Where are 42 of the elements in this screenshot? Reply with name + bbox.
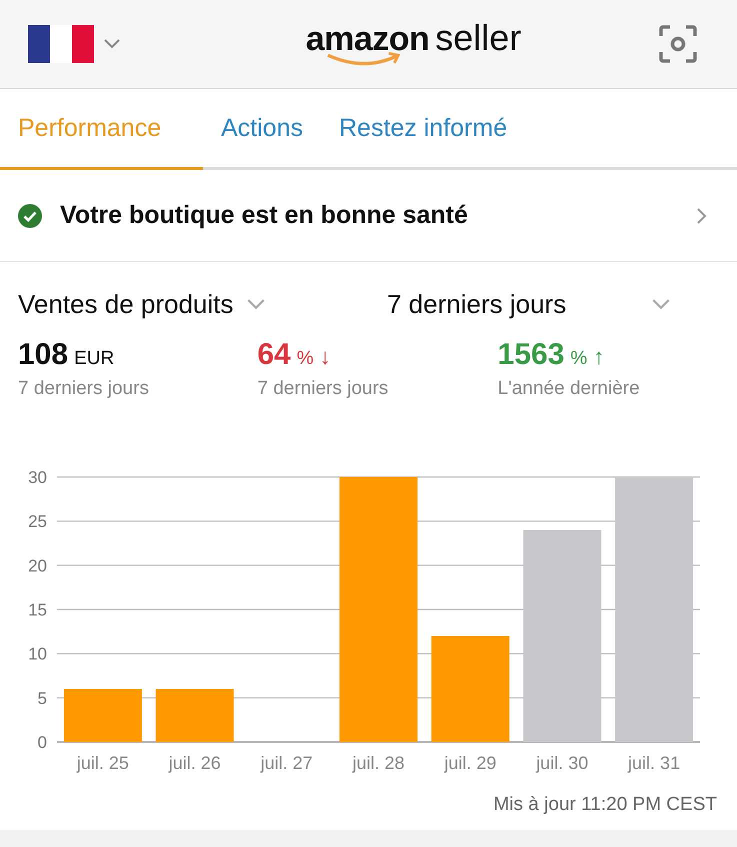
tab[interactable]: Restez informé xyxy=(320,89,526,170)
logo-brand: amazon xyxy=(306,22,430,56)
metric-value: 108 xyxy=(18,338,68,372)
last-updated-text: Mis à jour 11:20 PM CEST xyxy=(493,794,717,816)
scan-icon[interactable] xyxy=(659,25,697,63)
smile-arrow-icon xyxy=(326,52,402,68)
x-axis-label: juil. 30 xyxy=(536,753,588,773)
x-axis-label: juil. 27 xyxy=(260,753,313,773)
chevron-right-icon xyxy=(697,208,707,224)
trend-arrow: ↓ xyxy=(320,344,331,370)
x-axis-label: juil. 26 xyxy=(168,753,221,773)
y-axis-label: 0 xyxy=(38,733,47,752)
y-axis-label: 10 xyxy=(28,644,47,664)
filter-dropdown[interactable]: 7 derniers jours xyxy=(387,288,670,320)
y-axis-label: 5 xyxy=(38,688,47,708)
metric-unit: EUR xyxy=(74,348,114,370)
logo-product: seller xyxy=(435,20,522,56)
health-status-text: Votre boutique est en bonne santé xyxy=(60,201,469,230)
chevron-down-icon xyxy=(652,298,670,310)
health-banner[interactable]: Votre boutique est en bonne santé xyxy=(0,170,737,262)
y-axis-label: 25 xyxy=(28,512,47,532)
filter-dropdown[interactable]: Ventes de produits xyxy=(18,288,367,320)
tab[interactable]: Actions xyxy=(203,89,321,170)
x-axis-label: juil. 25 xyxy=(76,753,129,773)
chevron-down-icon[interactable] xyxy=(104,39,120,49)
metric-unit: % xyxy=(570,348,588,370)
chevron-down-icon xyxy=(247,298,266,310)
metric-unit: % xyxy=(296,348,314,370)
x-axis-label: juil. 31 xyxy=(628,753,680,773)
metric-value: 1563 xyxy=(498,338,564,372)
check-circle-icon xyxy=(18,204,42,228)
metric-caption: L'année dernière xyxy=(498,378,641,400)
y-axis-label: 20 xyxy=(28,556,47,576)
metric-value: 64 xyxy=(257,338,291,372)
x-axis-label: juil. 28 xyxy=(352,753,405,773)
trend-arrow: ↑ xyxy=(593,344,604,370)
y-axis-label: 15 xyxy=(28,600,47,620)
metric-caption: 7 derniers jours xyxy=(18,378,150,400)
metric-caption: 7 derniers jours xyxy=(257,378,390,400)
y-axis-label: 30 xyxy=(28,468,47,487)
flag-icon[interactable] xyxy=(28,25,94,63)
x-axis-label: juil. 29 xyxy=(444,753,496,773)
